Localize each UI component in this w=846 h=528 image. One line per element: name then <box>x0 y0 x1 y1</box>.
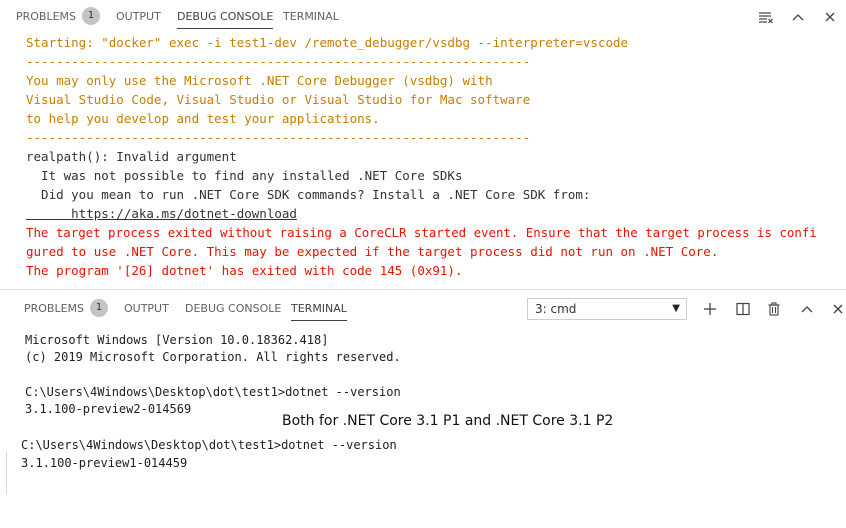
tab-problems-label: PROBLEMS <box>24 302 85 315</box>
console-line: Did you mean to run .NET Core SDK comman… <box>26 187 591 202</box>
tab-problems-label: PROBLEMS <box>16 10 77 23</box>
tab-terminal[interactable]: TERMINAL <box>283 2 339 32</box>
console-line: It was not possible to find any installe… <box>26 168 463 183</box>
tab-problems[interactable]: PROBLEMS 1 <box>24 294 109 324</box>
trash-icon[interactable] <box>764 299 784 319</box>
console-line: Starting: "docker" exec -i test1-dev /re… <box>26 35 629 50</box>
tab-debug-console[interactable]: DEBUG CONSOLE <box>177 2 274 32</box>
debug-panel-actions <box>756 2 846 32</box>
left-gutter <box>6 452 7 494</box>
terminal-line: 3.1.100-preview2-014569 <box>25 402 192 416</box>
console-line: The program '[26] dotnet' has exited wit… <box>26 263 463 278</box>
close-icon[interactable] <box>828 299 846 319</box>
terminal-selector[interactable]: 3: cmd ▼ <box>527 298 687 320</box>
console-line: ----------------------------------------… <box>26 130 531 145</box>
debug-panel: PROBLEMS 1 OUTPUT DEBUG CONSOLE TERMINAL … <box>0 0 846 290</box>
console-line: You may only use the Microsoft .NET Core… <box>26 73 493 88</box>
problems-count-badge: 1 <box>82 7 101 25</box>
dotnet-download-link[interactable]: https://aka.ms/dotnet-download <box>26 204 297 223</box>
console-line: Visual Studio Code, Visual Studio or Vis… <box>26 92 531 107</box>
filter-list-icon[interactable] <box>756 7 776 27</box>
annotation-caption: Both for .NET Core 3.1 P1 and .NET Core … <box>282 413 614 429</box>
chevron-up-icon[interactable] <box>797 299 817 319</box>
debug-tab-bar: PROBLEMS 1 OUTPUT DEBUG CONSOLE TERMINAL <box>0 2 846 32</box>
terminal-selector-value: 3: cmd <box>535 302 577 316</box>
terminal-line: (c) 2019 Microsoft Corporation. All righ… <box>25 350 401 364</box>
terminal-line: Microsoft Windows [Version 10.0.18362.41… <box>25 333 329 347</box>
tab-terminal[interactable]: TERMINAL <box>291 294 347 324</box>
split-icon[interactable] <box>733 299 753 319</box>
tab-output[interactable]: OUTPUT <box>124 294 169 324</box>
close-icon[interactable] <box>820 7 840 27</box>
terminal-line: C:\Users\4Windows\Desktop\dot\test1>dotn… <box>25 385 401 399</box>
terminal-panel-actions <box>700 294 846 324</box>
terminal-line: C:\Users\4Windows\Desktop\dot\test1>dotn… <box>21 438 397 452</box>
console-line: ----------------------------------------… <box>26 54 531 69</box>
console-line: to help you develop and test your applic… <box>26 111 380 126</box>
tab-problems[interactable]: PROBLEMS 1 <box>16 2 101 32</box>
plus-icon[interactable] <box>700 299 720 319</box>
tab-debug-console[interactable]: DEBUG CONSOLE <box>185 294 281 324</box>
chevron-down-icon: ▼ <box>672 303 680 314</box>
chevron-up-icon[interactable] <box>788 7 808 27</box>
terminal-line: 3.1.100-preview1-014459 <box>21 456 188 470</box>
tab-output[interactable]: OUTPUT <box>116 2 161 32</box>
console-line: gured to use .NET Core. This may be expe… <box>26 244 719 259</box>
console-line: The target process exited without raisin… <box>26 225 817 240</box>
problems-count-badge: 1 <box>90 299 109 317</box>
console-line: realpath(): Invalid argument <box>26 149 237 164</box>
